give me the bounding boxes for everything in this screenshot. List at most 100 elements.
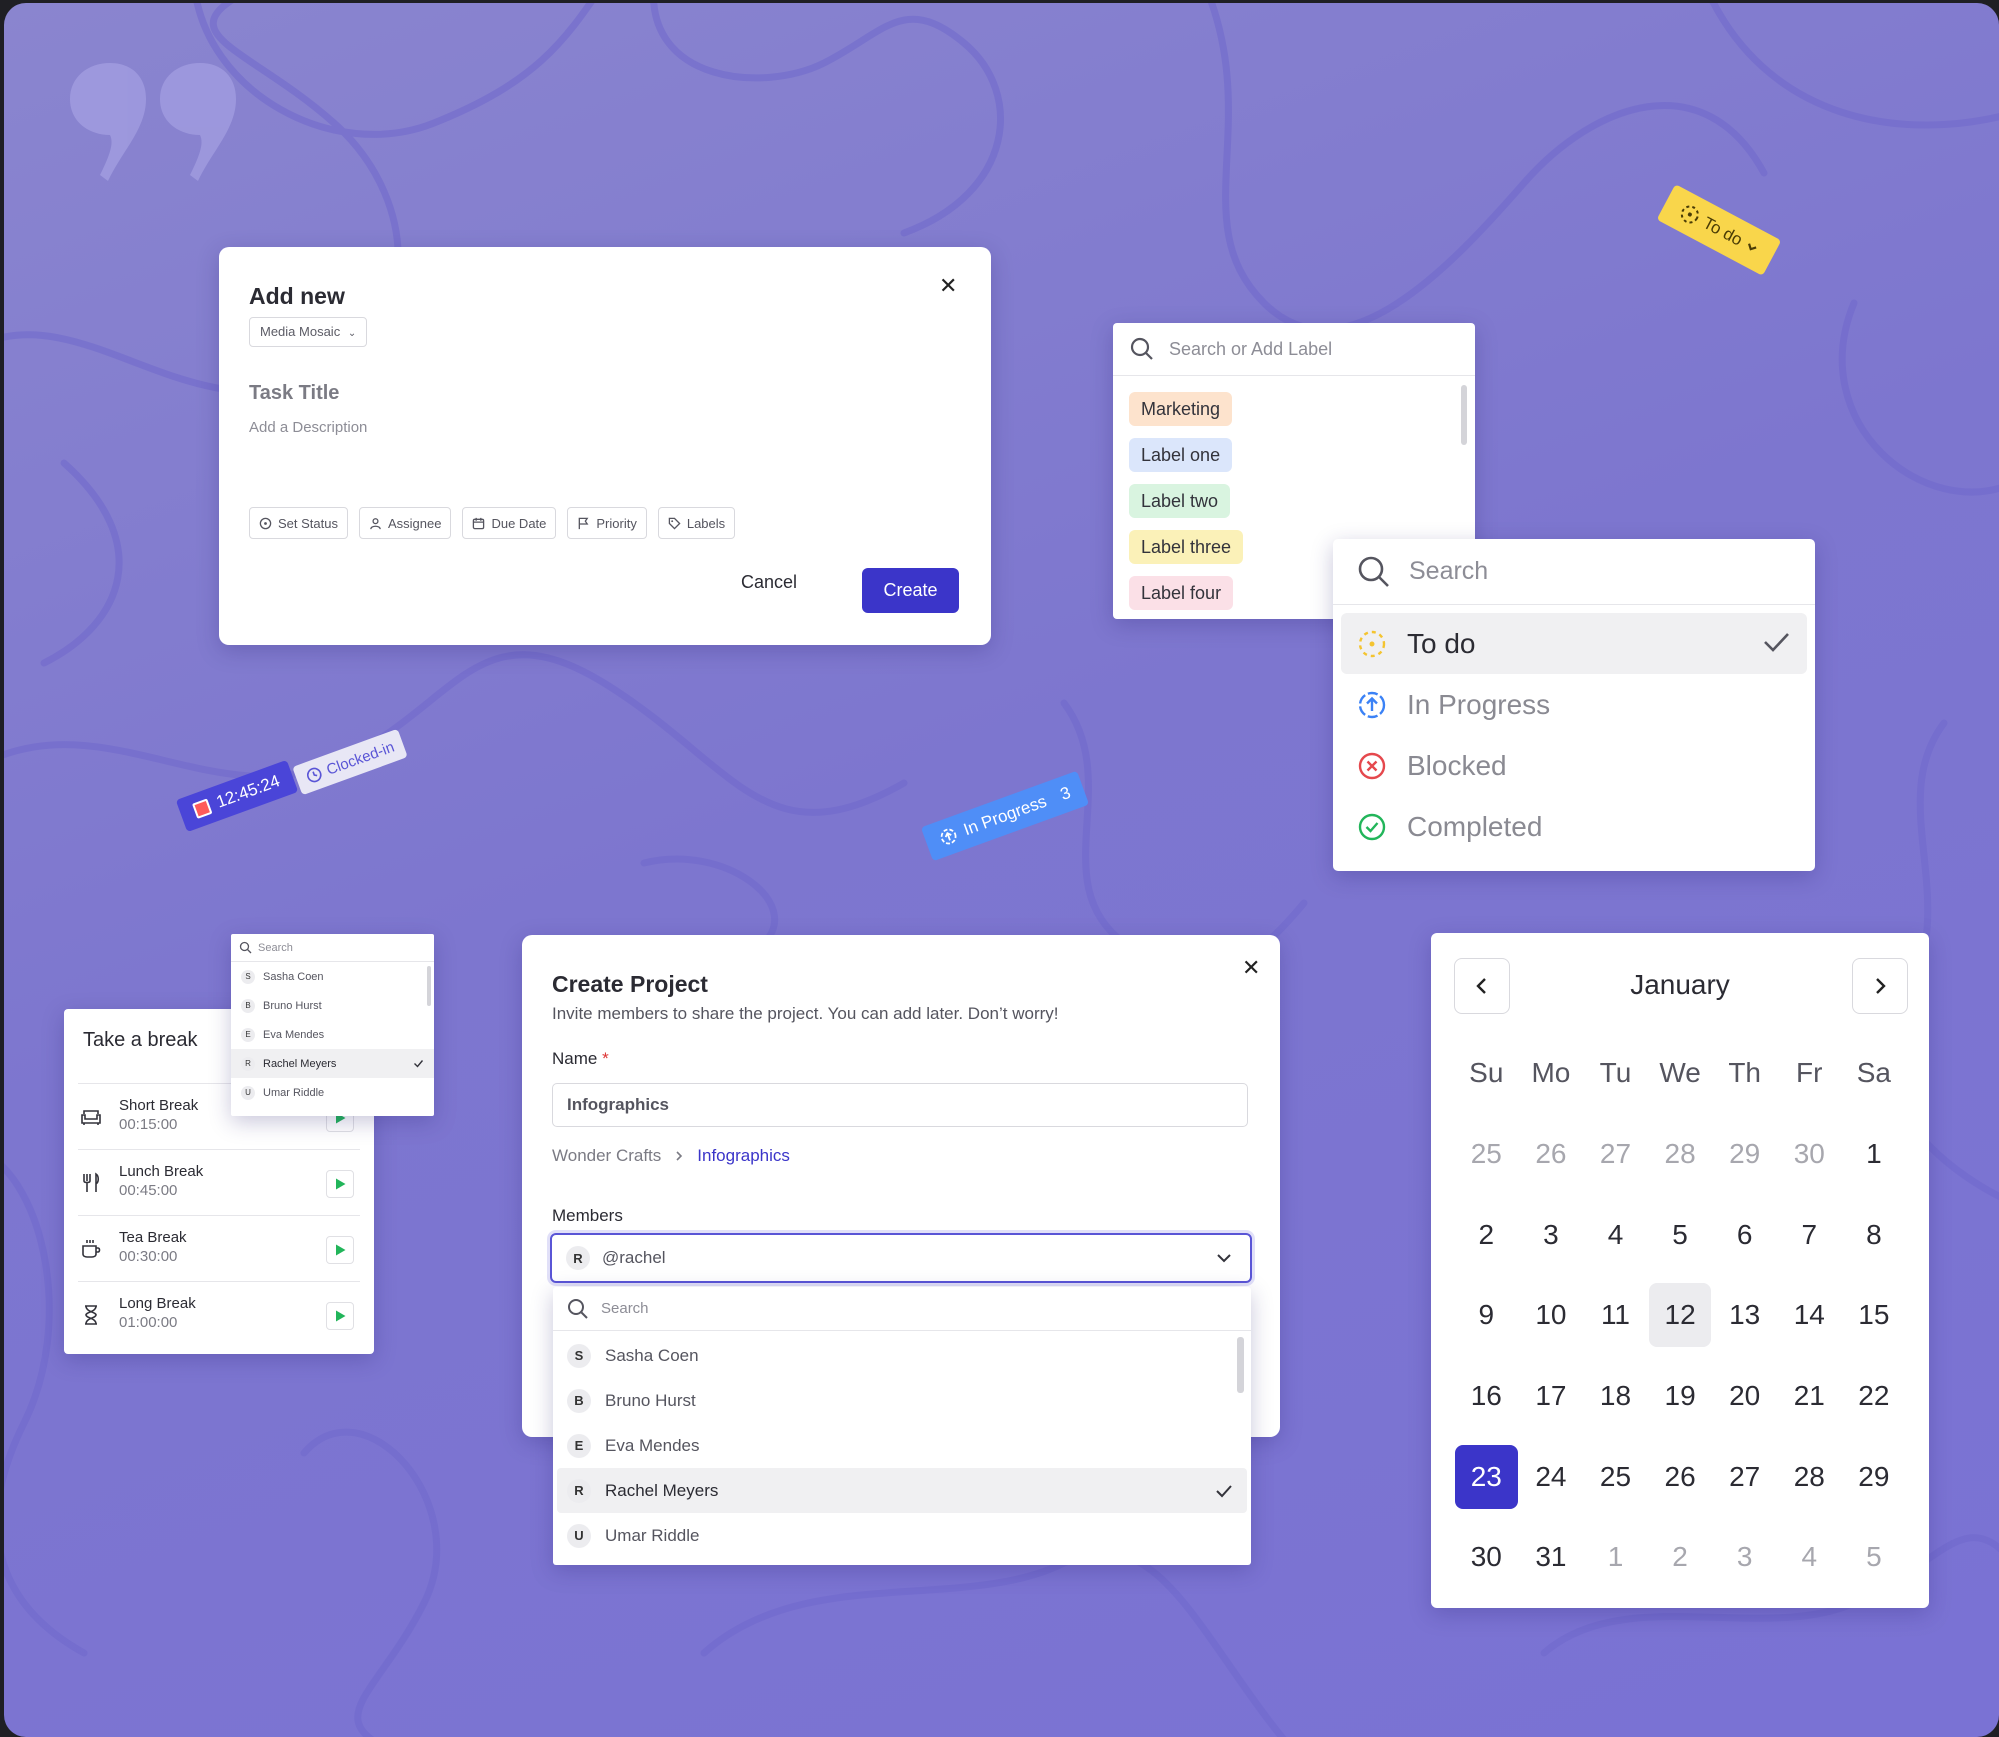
- calendar-day[interactable]: 28: [1777, 1436, 1842, 1517]
- calendar-day[interactable]: 14: [1777, 1275, 1842, 1356]
- calendar-day[interactable]: 1: [1842, 1114, 1907, 1195]
- set-status-button[interactable]: Set Status: [249, 507, 348, 539]
- calendar-day[interactable]: 6: [1712, 1194, 1777, 1275]
- calendar-day[interactable]: 10: [1519, 1275, 1584, 1356]
- member-option[interactable]: E Eva Mendes: [553, 1423, 1251, 1468]
- calendar-day[interactable]: 18: [1583, 1356, 1648, 1437]
- calendar-day[interactable]: 13: [1712, 1275, 1777, 1356]
- panel-title: Take a break: [83, 1029, 198, 1051]
- calendar-day[interactable]: 29: [1842, 1436, 1907, 1517]
- play-icon: [336, 1244, 346, 1256]
- close-icon[interactable]: ✕: [1242, 955, 1260, 981]
- cancel-button[interactable]: Cancel: [741, 572, 797, 593]
- member-option-selected[interactable]: R Rachel Meyers: [557, 1468, 1247, 1513]
- calendar-day[interactable]: 11: [1583, 1275, 1648, 1356]
- calendar-day[interactable]: 27: [1712, 1436, 1777, 1517]
- calendar-day[interactable]: 26: [1519, 1114, 1584, 1195]
- assignee-button[interactable]: Assignee: [358, 507, 452, 539]
- member-option[interactable]: U Umar Riddle: [231, 1078, 434, 1107]
- label-item-two[interactable]: Label two: [1129, 484, 1231, 518]
- member-option[interactable]: S Sasha Coen: [553, 1333, 1251, 1378]
- calendar-day[interactable]: 4: [1583, 1194, 1648, 1275]
- play-button[interactable]: [326, 1170, 354, 1198]
- priority-button[interactable]: Priority: [567, 507, 647, 539]
- member-option-selected[interactable]: R Rachel Meyers: [231, 1049, 434, 1078]
- member-option[interactable]: B Bruno Hurst: [553, 1378, 1251, 1423]
- calendar-day[interactable]: 2: [1648, 1517, 1713, 1598]
- status-option-todo[interactable]: To do: [1341, 613, 1807, 674]
- member-search[interactable]: Search: [231, 934, 434, 962]
- member-option[interactable]: U Umar Riddle: [553, 1513, 1251, 1558]
- calendar-day[interactable]: 3: [1712, 1517, 1777, 1598]
- calendar-day[interactable]: 25: [1583, 1436, 1648, 1517]
- close-icon[interactable]: ✕: [939, 275, 957, 297]
- member-option[interactable]: S Sasha Coen: [231, 962, 434, 991]
- scrollbar[interactable]: [1237, 1337, 1244, 1393]
- members-select[interactable]: R @rachel: [550, 1233, 1252, 1283]
- calendar-day[interactable]: 21: [1777, 1356, 1842, 1437]
- break-item-lunch[interactable]: Lunch Break 00:45:00: [78, 1149, 360, 1216]
- scrollbar[interactable]: [1461, 385, 1467, 445]
- break-item-long[interactable]: Long Break 01:00:00: [78, 1281, 360, 1348]
- calendar-day[interactable]: 19: [1648, 1356, 1713, 1437]
- member-search[interactable]: Search: [553, 1287, 1251, 1331]
- create-button[interactable]: Create: [862, 568, 959, 613]
- calendar-day[interactable]: 29: [1712, 1114, 1777, 1195]
- calendar-day[interactable]: 20: [1712, 1356, 1777, 1437]
- weekday-header: Tu: [1599, 1057, 1632, 1089]
- due-date-button[interactable]: Due Date: [462, 507, 557, 539]
- calendar-day[interactable]: 9: [1454, 1275, 1519, 1356]
- next-month-button[interactable]: [1852, 958, 1908, 1014]
- calendar-day[interactable]: 27: [1583, 1114, 1648, 1195]
- calendar-day[interactable]: 8: [1842, 1194, 1907, 1275]
- status-option-in-progress[interactable]: In Progress: [1333, 674, 1815, 735]
- member-option[interactable]: B Bruno Hurst: [231, 991, 434, 1020]
- calendar-day[interactable]: 30: [1454, 1517, 1519, 1598]
- task-title-input[interactable]: Task Title: [249, 382, 339, 405]
- calendar-day[interactable]: 26: [1648, 1436, 1713, 1517]
- calendar-day[interactable]: 17: [1519, 1356, 1584, 1437]
- status-option-blocked[interactable]: Blocked: [1333, 735, 1815, 796]
- break-item-tea[interactable]: Tea Break 00:30:00: [78, 1215, 360, 1282]
- clock-icon: [306, 767, 322, 783]
- description-input[interactable]: Add a Description: [249, 419, 367, 436]
- weekday-header: Fr: [1796, 1057, 1823, 1089]
- calendar-day[interactable]: 28: [1648, 1114, 1713, 1195]
- members-select-value: @rachel: [602, 1248, 666, 1267]
- status-search[interactable]: Search: [1333, 539, 1815, 605]
- calendar-day[interactable]: 1: [1583, 1517, 1648, 1598]
- play-button[interactable]: [326, 1236, 354, 1264]
- breadcrumb-parent[interactable]: Wonder Crafts: [552, 1146, 661, 1166]
- member-option[interactable]: E Eva Mendes: [231, 1020, 434, 1049]
- calendar-day-selected[interactable]: 23: [1455, 1444, 1518, 1509]
- label-item-one[interactable]: Label one: [1129, 438, 1233, 472]
- calendar-day[interactable]: 24: [1519, 1436, 1584, 1517]
- calendar-day[interactable]: 31: [1519, 1517, 1584, 1598]
- calendar-day[interactable]: 25: [1454, 1114, 1519, 1195]
- play-button[interactable]: [326, 1302, 354, 1330]
- calendar-day[interactable]: 15: [1842, 1275, 1907, 1356]
- calendar-day[interactable]: 7: [1777, 1194, 1842, 1275]
- project-select[interactable]: Media Mosaic ⌄: [249, 317, 368, 347]
- calendar-day[interactable]: 5: [1842, 1517, 1907, 1598]
- calendar-day[interactable]: 22: [1842, 1356, 1907, 1437]
- status-option-completed[interactable]: Completed: [1333, 796, 1815, 857]
- play-icon: [336, 1310, 346, 1322]
- calendar-day[interactable]: 5: [1648, 1194, 1713, 1275]
- label-search[interactable]: Search or Add Label: [1113, 323, 1475, 376]
- member-name: Sasha Coen: [605, 1345, 699, 1365]
- calendar-day[interactable]: 2: [1454, 1194, 1519, 1275]
- project-name-input[interactable]: Infographics: [552, 1083, 1248, 1127]
- labels-button[interactable]: Labels: [657, 507, 736, 539]
- chip-label: Set Status: [278, 515, 338, 531]
- scrollbar[interactable]: [427, 966, 431, 1006]
- label-item-marketing[interactable]: Marketing: [1129, 392, 1233, 426]
- label-item-four[interactable]: Label four: [1129, 576, 1234, 610]
- calendar-day[interactable]: 16: [1454, 1356, 1519, 1437]
- calendar-day[interactable]: 3: [1519, 1194, 1584, 1275]
- calendar-grid: Su Mo Tu We Th Fr Sa 25 26 27 28 29 30 1 2 3 4 5 6 7 8 9 10 11 1…: [1454, 1033, 1906, 1598]
- calendar-day[interactable]: 4: [1777, 1517, 1842, 1598]
- label-item-three[interactable]: Label three: [1129, 530, 1244, 564]
- calendar-day-today[interactable]: 12: [1648, 1283, 1712, 1348]
- calendar-day[interactable]: 30: [1777, 1114, 1842, 1195]
